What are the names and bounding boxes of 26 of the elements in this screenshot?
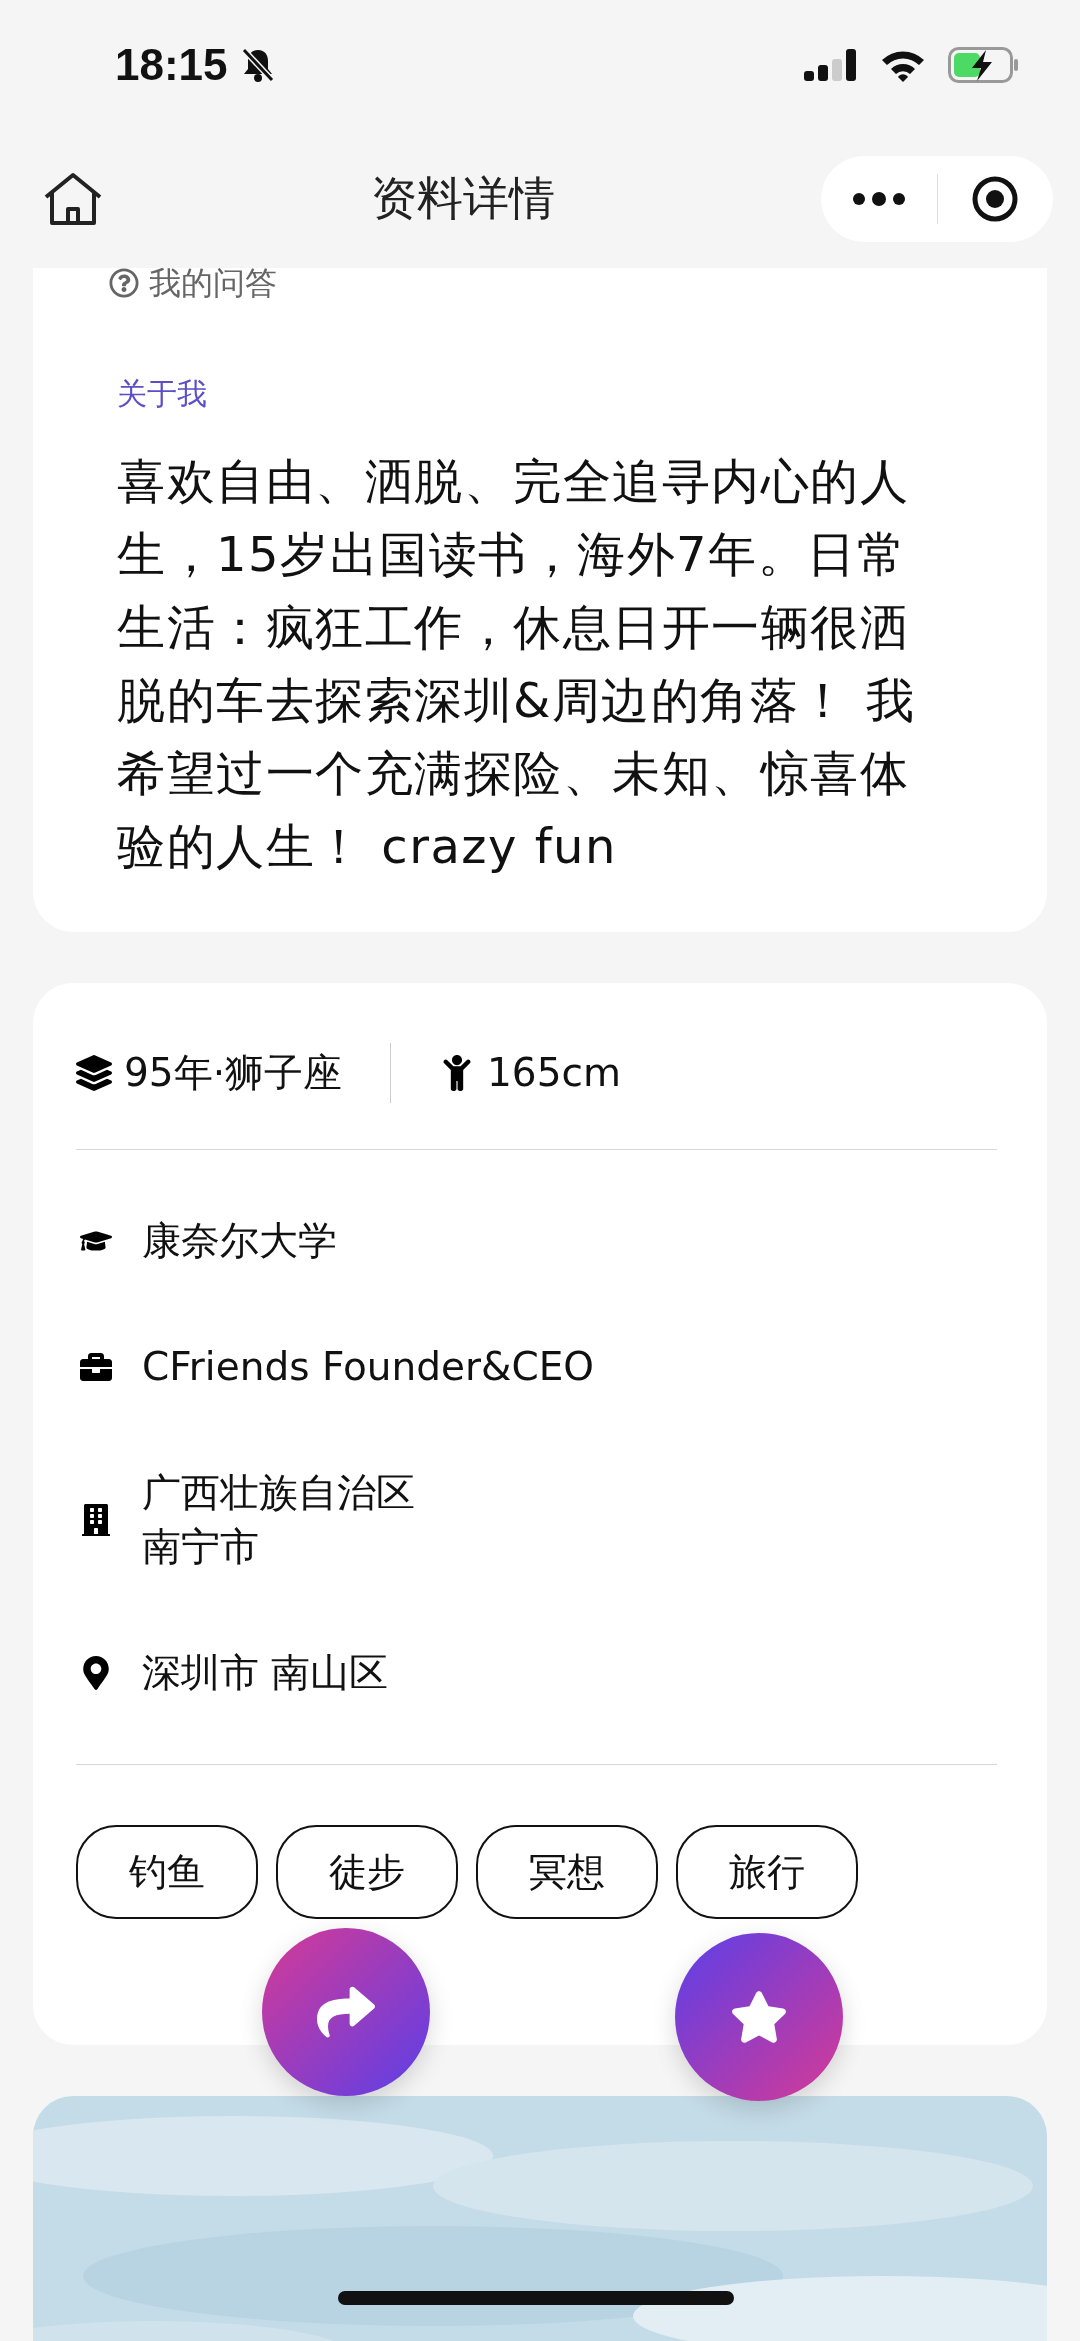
info-text: 深圳市 南山区 bbox=[142, 1649, 389, 1697]
page-title: 资料详情 bbox=[370, 170, 555, 227]
interest-tag: 徒步 bbox=[276, 1825, 458, 1919]
signal-icon bbox=[804, 47, 858, 83]
building-icon bbox=[80, 1504, 112, 1536]
info-text: 广西壮族自治区南宁市 bbox=[142, 1469, 416, 1571]
wifi-icon bbox=[880, 48, 926, 82]
interest-tag: 冥想 bbox=[476, 1825, 658, 1919]
more-icon bbox=[851, 192, 906, 206]
star-icon bbox=[730, 1988, 788, 2046]
battery-charging-icon bbox=[948, 47, 1020, 83]
birth-info: 95年·狮子座 bbox=[124, 1049, 343, 1097]
info-text: CFriends Founder&CEO bbox=[142, 1343, 594, 1391]
section-label: 关于我 bbox=[117, 375, 208, 413]
info-text: 康奈尔大学 bbox=[142, 1217, 337, 1265]
qa-label[interactable]: 我的问答 bbox=[149, 268, 277, 298]
briefcase-icon bbox=[80, 1351, 112, 1383]
layers-icon bbox=[76, 1055, 112, 1091]
question-icon bbox=[109, 268, 139, 298]
bio-text: 喜欢自由、洒脱、完全追寻内心的人生，15岁出国读书，海外7年。日常生活：疯狂工作，休息日开一辆很洒脱的车去探索深圳&周边的角落！ 我希望过一个充满探险、未知、惊喜体验的人生！ crazy fun bbox=[117, 452, 917, 876]
target-icon bbox=[971, 175, 1020, 223]
status-time: 18:15 bbox=[115, 40, 228, 90]
home-icon[interactable] bbox=[42, 171, 104, 227]
interest-tag: 钓鱼 bbox=[76, 1825, 258, 1919]
height-info: 165cm bbox=[487, 1049, 621, 1097]
interest-tag: 旅行 bbox=[676, 1825, 858, 1919]
